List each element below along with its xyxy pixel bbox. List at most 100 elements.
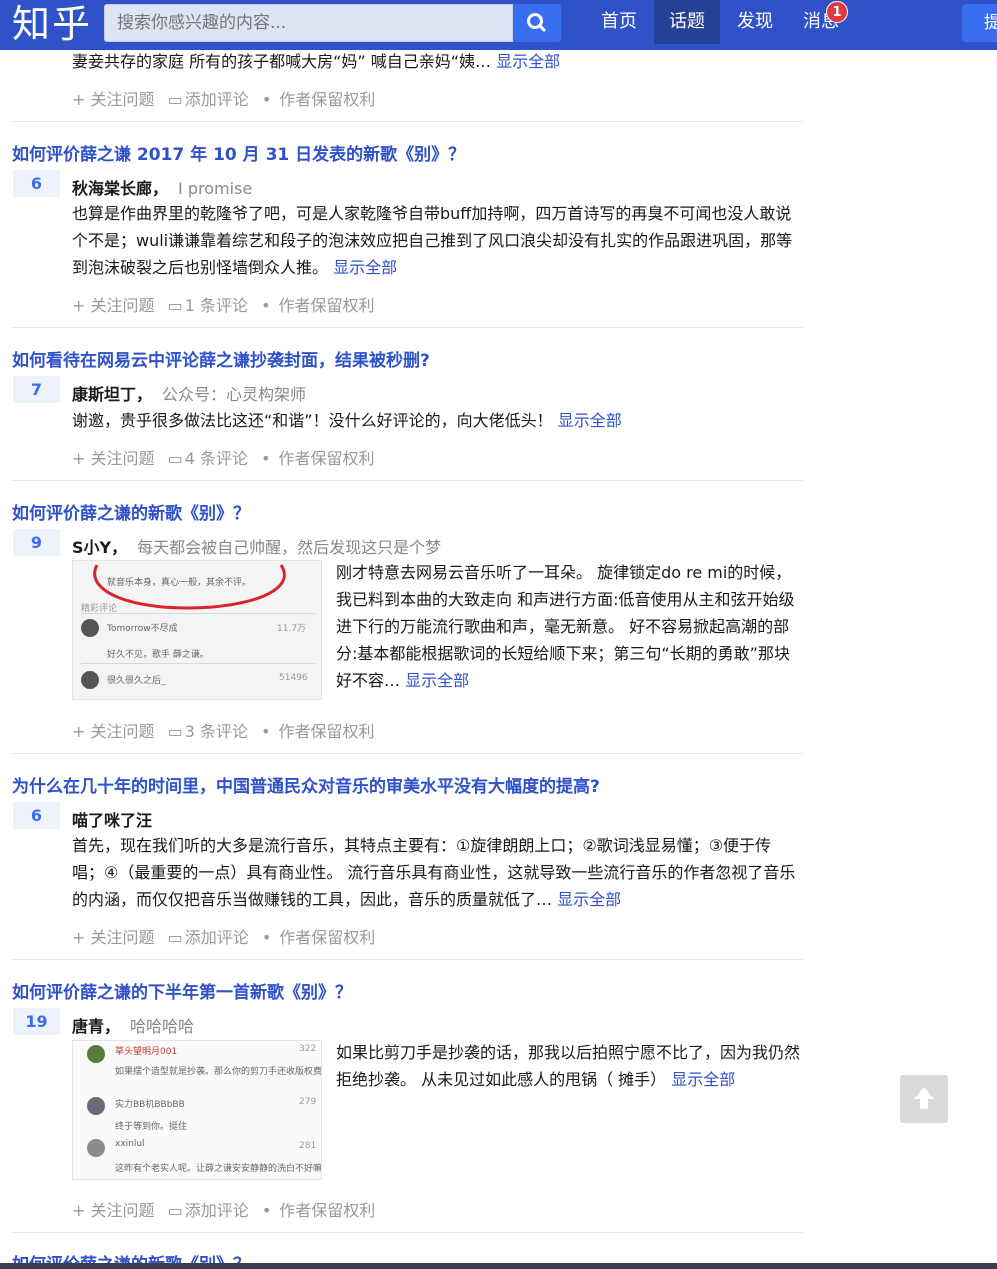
author-info: S小Y， 每天都会被自己帅醒，然后发现这只是个梦 (72, 538, 442, 557)
question-title[interactable]: 如何看待在网易云中评论薛之谦抄袭封面，结果被秒删? (12, 346, 430, 371)
nav-explore[interactable]: 发现 (722, 0, 788, 44)
plus-icon: + (72, 296, 86, 315)
author-info: 康斯坦丁， 公众号：心灵构架师 (72, 385, 307, 404)
thumbnail-text: 草头望明月001 (115, 1047, 178, 1057)
answer-actions: + 关注问题 ▭ 添加评论 • 作者保留权利 (72, 924, 375, 948)
thumbnail-divider (81, 613, 315, 614)
show-all-link[interactable]: 显示全部 (558, 411, 622, 430)
question-title[interactable]: 如何评价薛之谦的下半年第一首新歌《别》？ (12, 978, 352, 1003)
bottom-bar (0, 1263, 997, 1269)
follow-question-button[interactable]: 关注问题 (91, 296, 155, 315)
avatar (87, 1045, 105, 1063)
answer-excerpt: 如果比剪刀手是抄袭的话，那我以后拍照宁愿不比了，因为我仍然拒绝抄袭。 从未见过如… (336, 1039, 802, 1093)
comment-button[interactable]: 添加评论 (185, 928, 249, 947)
author-info: 喵了咪了汪 (72, 807, 152, 831)
avatar (81, 619, 99, 637)
follow-question-button[interactable]: 关注问题 (91, 1201, 155, 1220)
vote-count[interactable]: 9 (13, 529, 60, 556)
vote-count[interactable]: 6 (13, 170, 60, 197)
dot-separator: • (261, 90, 272, 109)
search-box[interactable] (104, 4, 513, 42)
follow-question-button[interactable]: 关注问题 (91, 90, 155, 109)
answer-excerpt: 也算是作曲界里的乾隆爷了吧，可是人家乾隆爷自带buff加持啊，四万首诗写的再臭不… (72, 200, 800, 281)
rights-label: 作者保留权利 (279, 928, 376, 947)
ask-question-button[interactable]: 提问 (962, 4, 997, 42)
nav-home[interactable]: 首页 (586, 0, 652, 44)
back-to-top-button[interactable] (900, 1075, 948, 1123)
vote-count[interactable]: 7 (13, 376, 60, 403)
excerpt-text: 妻妾共存的家庭 所有的孩子都喊大房“妈” 喊自己亲妈“姨… (72, 52, 492, 71)
follow-question-button[interactable]: 关注问题 (91, 449, 155, 468)
show-all-link[interactable]: 显示全部 (557, 890, 621, 909)
nav-topics[interactable]: 话题 (654, 0, 720, 44)
author-info: 唐青， 哈哈哈哈 (72, 1017, 195, 1036)
comment-button[interactable]: 3 条评论 (185, 722, 248, 741)
divider (12, 1232, 803, 1233)
answer-actions: + 关注问题 ▭ 添加评论 • 作者保留权利 (72, 86, 375, 110)
thumbnail-text: 这昨有个老实人呢。让薛之谦安安静静的洗白不好嘛 (115, 1164, 322, 1174)
show-all-link[interactable]: 显示全部 (333, 258, 397, 277)
dot-separator: • (261, 296, 271, 315)
author-name[interactable]: 喵了咪了汪 (72, 811, 152, 830)
comment-icon: ▭ (167, 90, 183, 109)
comment-button[interactable]: 1 条评论 (185, 296, 248, 315)
comment-icon: ▭ (167, 1201, 183, 1220)
plus-icon: + (72, 449, 86, 468)
author-bio: I promise (178, 179, 253, 198)
thumbnail-divider (81, 663, 315, 664)
show-all-link[interactable]: 显示全部 (496, 52, 560, 71)
author-bio: 哈哈哈哈 (130, 1017, 195, 1036)
comment-icon: ▭ (167, 722, 183, 741)
answer-excerpt: 首先，现在我们听的大多是流行音乐，其特点主要有：①旋律朗朗上口；②歌词浅显易懂；… (72, 832, 800, 913)
author-bio: 公众号：心灵构架师 (162, 385, 307, 404)
search-button[interactable] (513, 4, 561, 42)
thumbnail-text: 11.7万 (277, 624, 307, 634)
comment-icon: ▭ (167, 449, 183, 468)
question-title[interactable]: 如何评价薛之谦的新歌《别》？ (12, 499, 250, 524)
dot-separator: • (261, 722, 271, 741)
plus-icon: + (72, 928, 86, 947)
follow-question-button[interactable]: 关注问题 (91, 928, 155, 947)
rights-label: 作者保留权利 (278, 449, 375, 468)
thumbnail-text: Tomorrow不尽成 (107, 624, 178, 634)
answer-thumbnail[interactable]: 草头望明月001 322 如果摆个造型就是抄袭。那么你的剪刀手还收版权费不 实力… (72, 1040, 322, 1180)
excerpt-text: 首先，现在我们听的大多是流行音乐，其特点主要有：①旋律朗朗上口；②歌词浅显易懂；… (72, 836, 796, 909)
question-title[interactable]: 为什么在几十年的时间里，中国普通民众对音乐的审美水平没有大幅度的提高? (12, 772, 600, 797)
show-all-link[interactable]: 显示全部 (405, 671, 469, 690)
vote-count[interactable]: 19 (13, 1008, 60, 1035)
dot-separator: • (261, 928, 272, 947)
rights-label: 作者保留权利 (278, 722, 375, 741)
dot-separator: • (261, 1201, 272, 1220)
vote-count[interactable]: 6 (13, 802, 60, 829)
author-name[interactable]: 秋海棠长廊 (72, 179, 152, 198)
thumbnail-text: xxinlul (115, 1139, 145, 1149)
avatar (81, 671, 99, 689)
answer-actions: + 关注问题 ▭ 添加评论 • 作者保留权利 (72, 1197, 375, 1221)
follow-question-button[interactable]: 关注问题 (91, 722, 155, 741)
avatar (87, 1097, 105, 1115)
answer-actions: + 关注问题 ▭ 1 条评论 • 作者保留权利 (72, 292, 375, 316)
divider (12, 753, 803, 754)
comment-button[interactable]: 添加评论 (185, 1201, 249, 1220)
answer-actions: + 关注问题 ▭ 3 条评论 • 作者保留权利 (72, 718, 375, 742)
thumbnail-text: 很久很久之后_ (107, 676, 166, 686)
zhihu-logo[interactable]: 知乎 (12, 2, 92, 46)
notification-badge: 1 (826, 1, 848, 23)
thumbnail-text: 51496 (279, 673, 308, 683)
answer-thumbnail[interactable]: 就音乐本身，真心一般，其余不评。 精彩评论 Tomorrow不尽成 11.7万 … (72, 560, 322, 700)
thumbnail-text: 好久不见，歌手 薛之谦。 (107, 650, 209, 660)
author-name[interactable]: S小Y (72, 538, 111, 557)
comment-button[interactable]: 4 条评论 (185, 449, 248, 468)
author-name[interactable]: 康斯坦丁 (72, 385, 136, 404)
search-input[interactable] (105, 5, 512, 41)
arrow-up-icon (914, 1087, 934, 1109)
thumbnail-text: 322 (299, 1044, 317, 1054)
thumbnail-text: 279 (299, 1097, 317, 1107)
excerpt-text: 谢邀，贵乎很多做法比这还“和谐”！没什么好评论的，向大佬低头！ (72, 411, 553, 430)
comment-button[interactable]: 添加评论 (185, 90, 249, 109)
author-name[interactable]: 唐青 (72, 1017, 104, 1036)
thumbnail-text: 实力BB机BBbBB (115, 1100, 185, 1110)
show-all-link[interactable]: 显示全部 (671, 1070, 735, 1089)
question-title[interactable]: 如何评价薛之谦 2017 年 10 月 31 日发表的新歌《别》？ (12, 140, 465, 165)
author-bio: 每天都会被自己帅醒，然后发现这只是个梦 (137, 538, 442, 557)
